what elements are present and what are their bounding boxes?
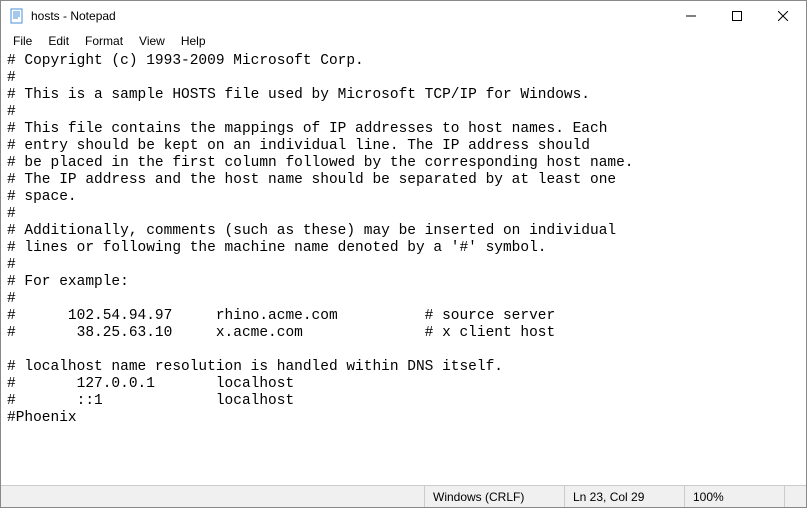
minimize-button[interactable] (668, 1, 714, 31)
window-controls (668, 1, 806, 31)
maximize-button[interactable] (714, 1, 760, 31)
menu-format[interactable]: Format (77, 32, 131, 50)
status-zoom: 100% (684, 486, 784, 507)
status-resize-grip[interactable] (784, 486, 806, 507)
statusbar: Windows (CRLF) Ln 23, Col 29 100% (1, 485, 806, 507)
status-cursor-position: Ln 23, Col 29 (564, 486, 684, 507)
titlebar: hosts - Notepad (1, 1, 806, 31)
menu-file[interactable]: File (5, 32, 40, 50)
text-editor[interactable]: # Copyright (c) 1993-2009 Microsoft Corp… (1, 51, 806, 485)
menu-edit[interactable]: Edit (40, 32, 77, 50)
menubar: File Edit Format View Help (1, 31, 806, 51)
window-title: hosts - Notepad (29, 9, 668, 23)
notepad-icon (9, 8, 25, 24)
menu-help[interactable]: Help (173, 32, 214, 50)
menu-view[interactable]: View (131, 32, 173, 50)
status-line-ending: Windows (CRLF) (424, 486, 564, 507)
status-spacer (1, 486, 424, 507)
close-button[interactable] (760, 1, 806, 31)
